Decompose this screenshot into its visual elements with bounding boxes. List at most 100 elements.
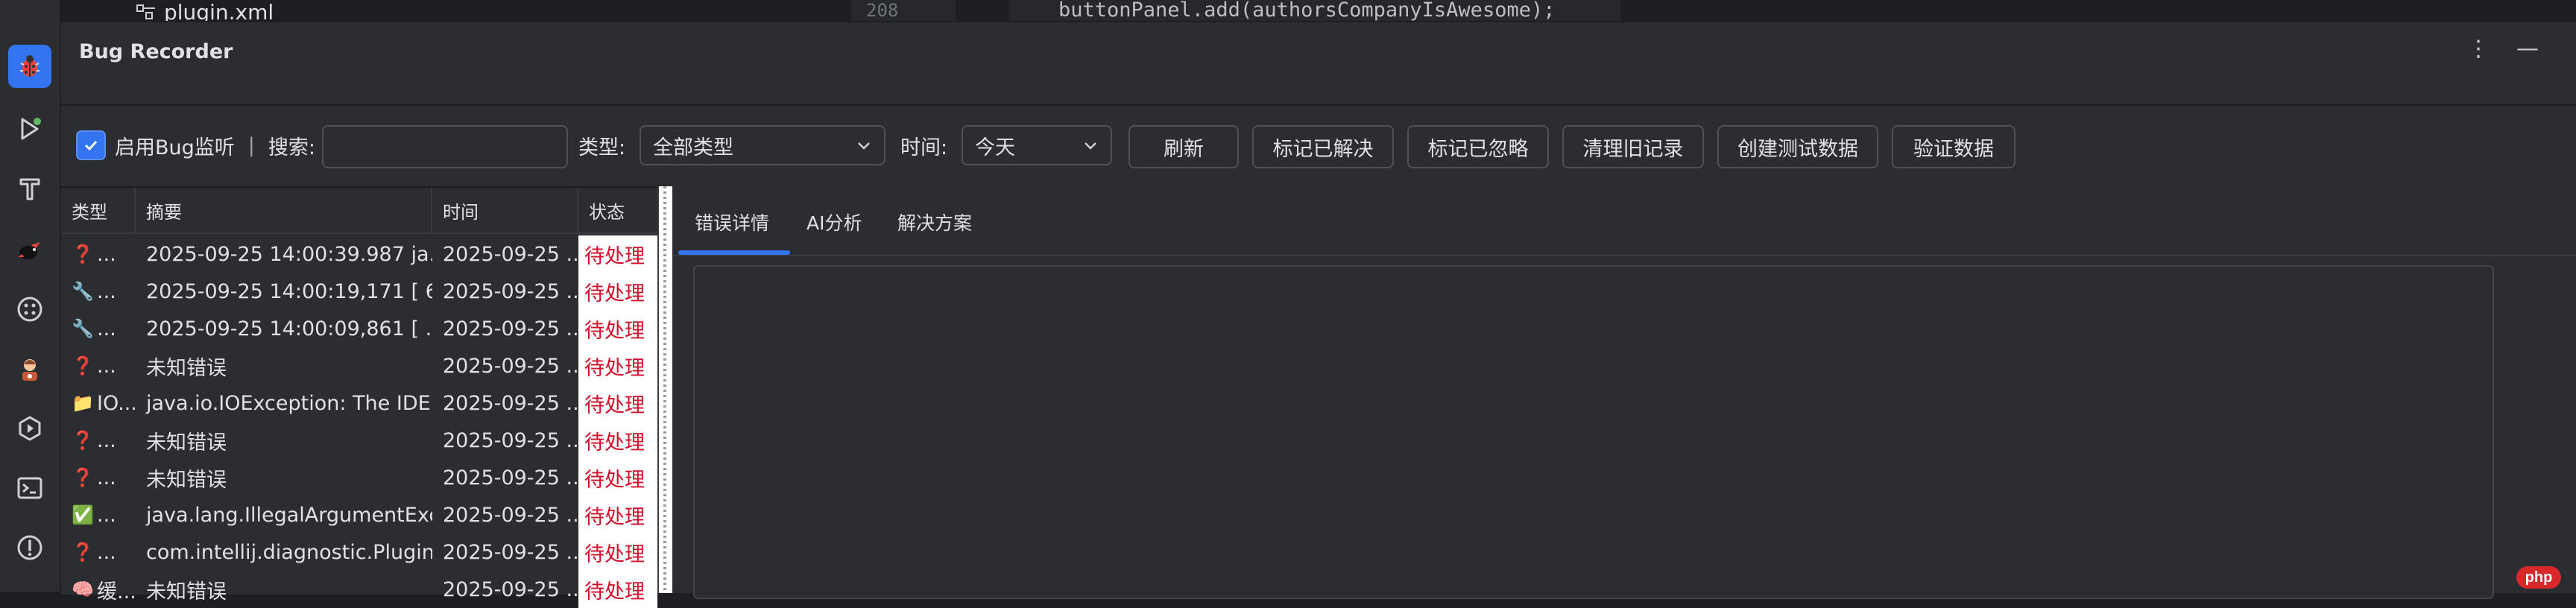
bug-type-text: ...: [97, 354, 116, 378]
activity-bar: [0, 0, 61, 592]
cell-time: 2025-09-25 ...: [443, 242, 578, 266]
splitter-grip: [663, 186, 666, 593]
table-row[interactable]: ❓... 未知错误 2025-09-25 ... 待处理: [61, 459, 657, 496]
bug-type-icon: 🔧: [72, 281, 94, 302]
cell-time: 2025-09-25 ...: [443, 354, 578, 378]
cell-type: 🔧...: [61, 310, 136, 347]
bug-type-icon: ✅: [72, 504, 94, 525]
bird-icon[interactable]: [8, 228, 51, 271]
cell-time: 2025-09-25 ...: [443, 503, 578, 527]
minimize-icon[interactable]: —: [2516, 36, 2539, 62]
clear-old-records-button[interactable]: 清理旧记录: [1562, 125, 1704, 168]
table-row[interactable]: 🧠 缓... 未知错误 2025-09-25 ... 待处理: [61, 571, 657, 608]
bug-recorder-icon[interactable]: [8, 45, 51, 88]
time-select-value: 今天: [975, 136, 1015, 159]
bug-type-icon: ❓: [72, 542, 94, 563]
cell-time: 2025-09-25 ...: [443, 428, 578, 452]
cell-type: 🔧...: [61, 273, 136, 310]
services-icon[interactable]: [8, 407, 51, 450]
bug-type-text: ...: [97, 317, 116, 341]
bug-type-text: IO...: [97, 391, 136, 415]
mark-resolved-button[interactable]: 标记已解决: [1252, 125, 1394, 168]
bug-type-icon: ❓: [72, 244, 94, 265]
create-test-data-button[interactable]: 创建测试数据: [1717, 125, 1878, 168]
time-select[interactable]: 今天: [962, 125, 1112, 165]
tab-ai-analysis[interactable]: AI分析: [806, 209, 862, 235]
tab-solution[interactable]: 解决方案: [897, 209, 972, 235]
cell-type: ❓...: [61, 533, 136, 571]
cell-status: 待处理: [578, 422, 657, 459]
cell-summary: java.io.IOException: The IDE i...: [146, 391, 432, 415]
search-label: 搜索:: [268, 136, 315, 159]
error-details-textarea[interactable]: [693, 265, 2494, 599]
enable-listener-checkbox[interactable]: 启用Bug监听 | 搜索:: [76, 125, 315, 165]
plugins-icon[interactable]: [8, 288, 51, 331]
table-row[interactable]: ❓... 2025-09-25 14:00:39.987 ja... 2025-09…: [61, 235, 657, 273]
bug-type-text: ...: [97, 279, 116, 303]
bug-type-text: ...: [97, 466, 116, 490]
bug-type-text: ...: [97, 242, 116, 266]
cell-status: 待处理: [578, 347, 657, 384]
line-gutter: 208: [851, 0, 956, 21]
cell-status: 待处理: [578, 310, 657, 347]
cell-status: 待处理: [578, 571, 657, 608]
cell-type: ❓...: [61, 347, 136, 384]
column-header-summary[interactable]: 摘要: [136, 188, 432, 234]
cell-status: 待处理: [578, 533, 657, 571]
bug-type-icon: ❓: [72, 355, 94, 376]
type-select[interactable]: 全部类型: [640, 125, 886, 165]
table-row[interactable]: ✅... java.lang.IllegalArgumentExc... 2025-…: [61, 496, 657, 533]
run-icon[interactable]: [8, 107, 51, 151]
checkbox-checked-icon[interactable]: [76, 130, 106, 160]
table-row[interactable]: ❓... com.intellij.diagnostic.Plugin... 202…: [61, 533, 657, 571]
pane-splitter[interactable]: [657, 186, 672, 593]
window-actions: ⋮ —: [2467, 36, 2539, 62]
project-tree-file[interactable]: plugin.xml: [136, 0, 274, 21]
cell-summary: 未知错误: [146, 468, 227, 492]
line-number: 208: [866, 0, 899, 21]
enable-listener-label: 启用Bug监听: [115, 136, 235, 159]
more-options-icon[interactable]: ⋮: [2467, 36, 2490, 62]
build-icon[interactable]: [8, 167, 51, 210]
table-row[interactable]: ❓... 未知错误 2025-09-25 ... 待处理: [61, 347, 657, 384]
avatar-icon[interactable]: [8, 347, 51, 390]
terminal-icon[interactable]: [8, 466, 51, 510]
refresh-button[interactable]: 刷新: [1128, 125, 1239, 168]
cell-time: 2025-09-25 ...: [443, 540, 578, 564]
verify-data-button[interactable]: 验证数据: [1892, 125, 2015, 168]
column-header-type[interactable]: 类型: [61, 188, 136, 234]
problems-icon[interactable]: [8, 526, 51, 569]
cell-summary: 未知错误: [146, 580, 227, 604]
bug-recorder-window: Bug Recorder ⋮ — 启用Bug监听 | 搜索: 类型: 全部类型 …: [61, 21, 2576, 608]
file-name: plugin.xml: [164, 0, 274, 21]
cell-summary: 2025-09-25 14:00:09,861 [ ...: [146, 317, 432, 341]
search-input[interactable]: [322, 125, 568, 168]
cell-status: 待处理: [578, 273, 657, 310]
tab-error-details[interactable]: 错误详情: [695, 209, 769, 235]
table-row[interactable]: 📁 IO... java.io.IOException: The IDE i... 2…: [61, 384, 657, 422]
cell-type: ❓...: [61, 459, 136, 496]
cell-status: 待处理: [578, 384, 657, 422]
bug-type-icon: ❓: [72, 430, 94, 451]
cell-time: 2025-09-25 ...: [443, 577, 578, 601]
toolbar-separator: |: [247, 133, 255, 157]
cell-summary: 2025-09-25 14:00:39.987 ja...: [146, 242, 432, 266]
mark-ignored-button[interactable]: 标记已忽略: [1407, 125, 1549, 168]
cell-type: 🧠 缓...: [61, 571, 136, 608]
column-header-time[interactable]: 时间: [432, 188, 578, 234]
chevron-down-icon: [858, 142, 870, 150]
type-select-value: 全部类型: [653, 136, 733, 159]
column-header-status[interactable]: 状态: [578, 188, 657, 234]
code-line: buttonPanel.add(authorsCompanyIsAwesome)…: [1058, 0, 1556, 21]
table-row[interactable]: 🔧... 2025-09-25 14:00:09,861 [ ... 2025-09…: [61, 310, 657, 347]
time-label: 时间:: [900, 136, 948, 159]
bug-type-text: ...: [97, 503, 116, 527]
bug-type-text: ...: [97, 540, 116, 564]
table-row[interactable]: 🔧... 2025-09-25 14:00:19,171 [ 6... 2025-0…: [61, 273, 657, 310]
cell-type: ✅...: [61, 496, 136, 533]
code-area[interactable]: buttonPanel.add(authorsCompanyIsAwesome)…: [1009, 0, 1620, 21]
cell-type: ❓...: [61, 235, 136, 273]
table-row[interactable]: ❓... 未知错误 2025-09-25 ... 待处理: [61, 422, 657, 459]
cell-status: 待处理: [578, 235, 657, 273]
detail-pane: 错误详情 AI分析 解决方案: [672, 186, 2576, 599]
